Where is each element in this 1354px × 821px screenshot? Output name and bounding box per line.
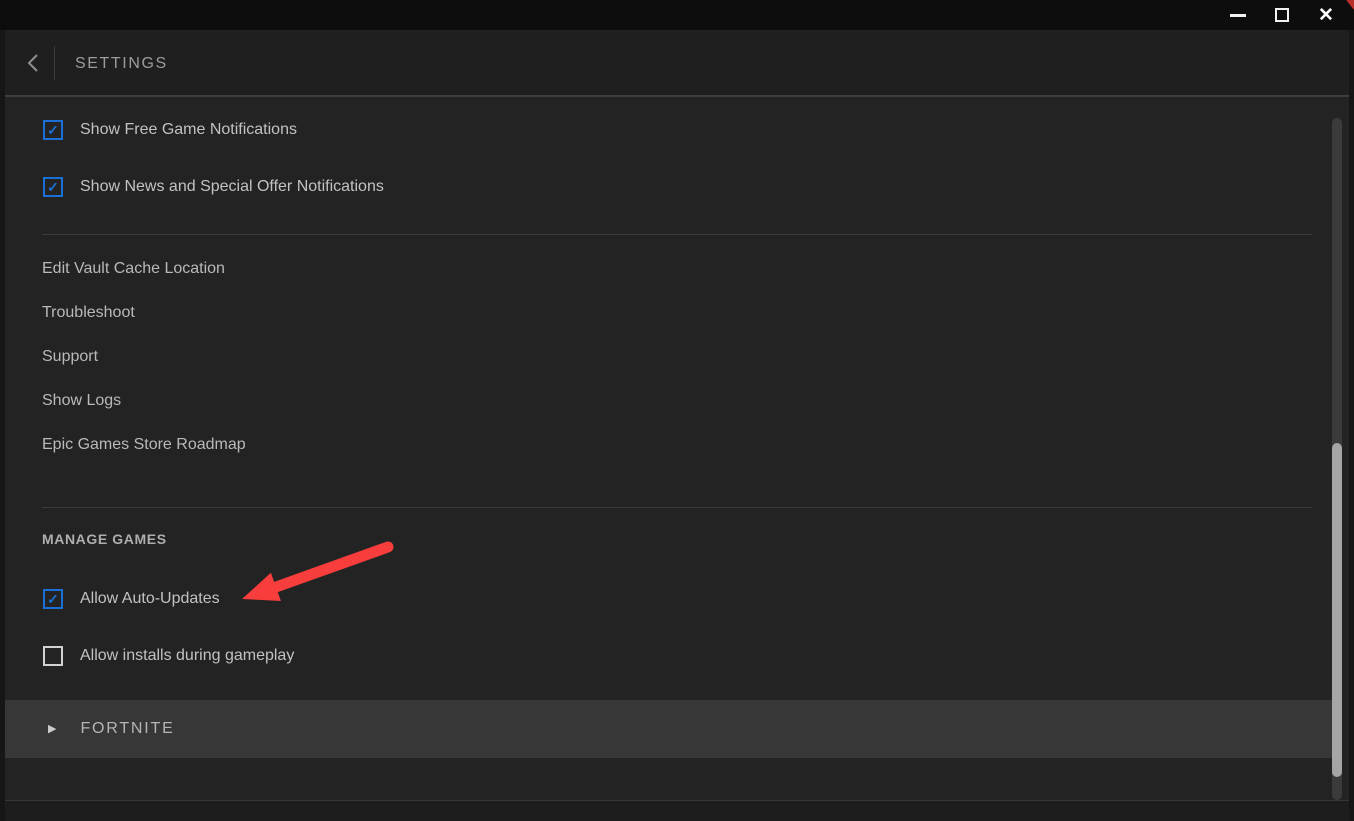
manage-games-heading: MANAGE GAMES — [42, 529, 167, 549]
checkbox-row-free-game-notifications[interactable]: ✓ Show Free Game Notifications — [43, 115, 297, 145]
checkbox-checked-icon[interactable]: ✓ — [43, 589, 63, 609]
minimize-button[interactable] — [1228, 5, 1248, 25]
window-titlebar: ✕ — [0, 0, 1354, 30]
back-button[interactable] — [18, 48, 48, 78]
header-separator — [54, 46, 55, 80]
link-troubleshoot[interactable]: Troubleshoot — [42, 301, 135, 325]
chevron-left-icon — [26, 53, 40, 73]
close-icon: ✕ — [1318, 6, 1334, 25]
minimize-icon — [1230, 14, 1246, 17]
corner-red-artifact — [1345, 0, 1354, 11]
game-row-fortnite[interactable]: ▶ FORTNITE — [5, 700, 1332, 758]
checkbox-label: Show News and Special Offer Notification… — [80, 178, 384, 196]
check-icon: ✓ — [47, 123, 59, 137]
checkbox-checked-icon[interactable]: ✓ — [43, 177, 63, 197]
check-icon: ✓ — [47, 180, 59, 194]
link-show-logs[interactable]: Show Logs — [42, 389, 121, 413]
checkbox-unchecked-icon[interactable]: ✓ — [43, 646, 63, 666]
link-epic-games-store-roadmap[interactable]: Epic Games Store Roadmap — [42, 433, 246, 457]
settings-window: SETTINGS ✓ Show Free Game Notifications … — [5, 30, 1349, 821]
checkbox-label: Allow Auto-Updates — [80, 590, 220, 608]
checkbox-label: Allow installs during gameplay — [80, 647, 294, 665]
settings-content: ✓ Show Free Game Notifications ✓ Show Ne… — [5, 99, 1349, 821]
scrollbar-thumb[interactable] — [1332, 443, 1342, 777]
settings-header: SETTINGS — [5, 30, 1349, 97]
checkbox-row-allow-installs-during-gameplay[interactable]: ✓ Allow installs during gameplay — [43, 641, 294, 671]
divider — [42, 507, 1312, 508]
close-button[interactable]: ✕ — [1316, 5, 1336, 25]
check-icon: ✓ — [47, 592, 59, 606]
caret-right-icon[interactable]: ▶ — [48, 724, 56, 735]
window-controls: ✕ — [1228, 0, 1336, 30]
checkbox-row-allow-auto-updates[interactable]: ✓ Allow Auto-Updates — [43, 584, 220, 614]
checkbox-label: Show Free Game Notifications — [80, 121, 297, 139]
bottom-strip — [5, 800, 1349, 821]
link-support[interactable]: Support — [42, 345, 98, 369]
game-row-label: FORTNITE — [80, 720, 174, 738]
checkbox-checked-icon[interactable]: ✓ — [43, 120, 63, 140]
page-title: SETTINGS — [75, 30, 168, 97]
link-edit-vault-cache-location[interactable]: Edit Vault Cache Location — [42, 257, 225, 281]
maximize-button[interactable] — [1272, 5, 1292, 25]
checkbox-row-news-offer-notifications[interactable]: ✓ Show News and Special Offer Notificati… — [43, 172, 384, 202]
maximize-icon — [1275, 8, 1289, 22]
divider — [42, 234, 1312, 235]
